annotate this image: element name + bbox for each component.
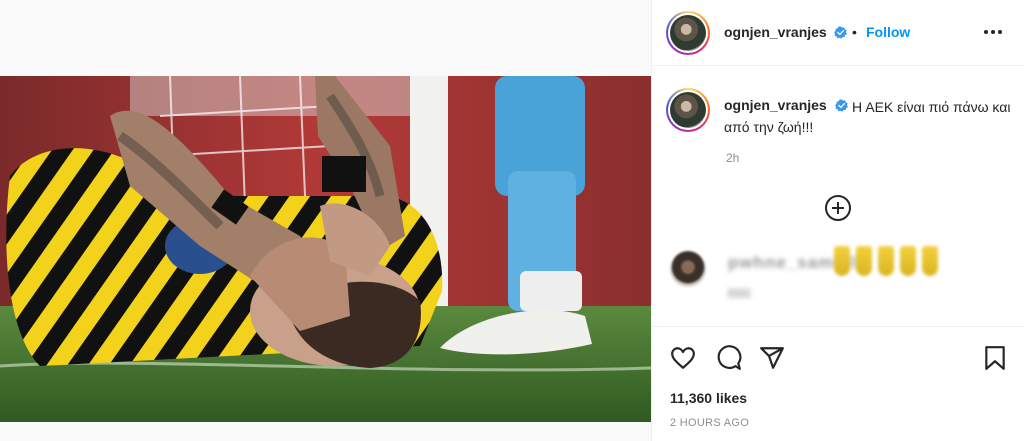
post-header: ognjen_vranjes • Follow (652, 0, 1024, 66)
author-avatar[interactable] (666, 11, 710, 55)
more-options-icon[interactable] (982, 22, 1004, 42)
post-side-panel: ognjen_vranjes • Follow Η ΑΕΚ είναι πιό … (651, 0, 1024, 441)
comment-author-avatar[interactable] (670, 251, 706, 287)
caption-author-username[interactable]: ognjen_vranjes (724, 97, 827, 113)
caption-time[interactable]: 2h (726, 151, 739, 165)
verified-badge-icon (835, 99, 848, 112)
separator-dot: • (852, 24, 857, 40)
author-username[interactable]: ognjen_vranjes (724, 24, 827, 40)
comment-emoji-row (834, 246, 938, 276)
bookmark-icon[interactable] (982, 345, 1008, 371)
follow-button[interactable]: Follow (866, 24, 910, 40)
likes-count[interactable]: 11,360 likes (670, 390, 747, 406)
caption-author-avatar[interactable] (666, 88, 710, 132)
photo-illustration (0, 76, 651, 422)
action-bar (652, 326, 1024, 386)
verified-badge-icon (834, 26, 847, 39)
heart-icon[interactable] (670, 345, 696, 371)
post-timestamp[interactable]: 2 HOURS AGO (670, 417, 749, 429)
comment-bubble-icon[interactable] (716, 345, 742, 371)
paper-plane-icon[interactable] (759, 345, 785, 371)
media-area (0, 0, 651, 441)
post-photo[interactable] (0, 76, 651, 422)
plus-circle-icon[interactable] (824, 194, 852, 222)
comment-text-blurred: lllll (728, 286, 752, 301)
